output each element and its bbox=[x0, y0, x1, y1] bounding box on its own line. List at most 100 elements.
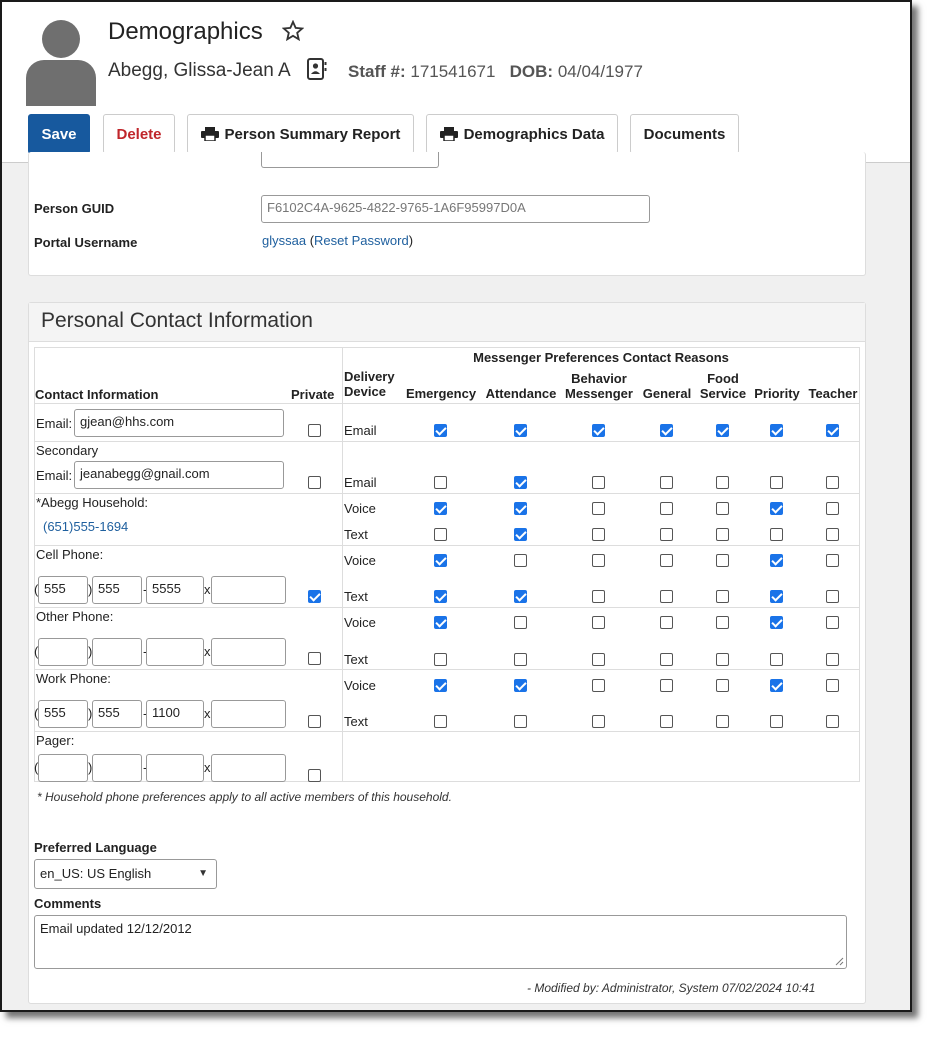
reason-checkbox-behavior-messenger[interactable] bbox=[592, 502, 605, 515]
other-area-code-input[interactable] bbox=[38, 638, 88, 666]
reason-checkbox-priority[interactable] bbox=[770, 476, 783, 489]
reason-checkbox-behavior-messenger[interactable] bbox=[592, 616, 605, 629]
reason-checkbox-priority[interactable] bbox=[770, 528, 783, 541]
reason-checkbox-emergency[interactable] bbox=[434, 590, 447, 603]
reason-checkbox-behavior-messenger[interactable] bbox=[592, 424, 605, 437]
reason-checkbox-teacher[interactable] bbox=[826, 653, 839, 666]
reason-checkbox-food-service[interactable] bbox=[716, 653, 729, 666]
reason-checkbox-emergency[interactable] bbox=[434, 653, 447, 666]
secondary-email-input[interactable]: jeanabegg@gnail.com bbox=[74, 461, 284, 489]
star-outline-icon[interactable] bbox=[282, 20, 304, 42]
reason-checkbox-priority[interactable] bbox=[770, 616, 783, 629]
reason-checkbox-teacher[interactable] bbox=[826, 715, 839, 728]
reason-checkbox-priority[interactable] bbox=[770, 653, 783, 666]
reason-checkbox-priority[interactable] bbox=[770, 679, 783, 692]
email-private-checkbox[interactable] bbox=[308, 424, 321, 437]
cell-prefix-input[interactable]: 555 bbox=[92, 576, 142, 604]
pager-line-input[interactable] bbox=[146, 754, 204, 782]
reason-checkbox-food-service[interactable] bbox=[716, 715, 729, 728]
reason-checkbox-general[interactable] bbox=[660, 502, 673, 515]
reason-checkbox-teacher[interactable] bbox=[826, 590, 839, 603]
reason-checkbox-behavior-messenger[interactable] bbox=[592, 590, 605, 603]
reason-checkbox-attendance[interactable] bbox=[514, 528, 527, 541]
reason-checkbox-teacher[interactable] bbox=[826, 424, 839, 437]
comments-textarea[interactable]: Email updated 12/12/2012 bbox=[34, 915, 847, 969]
reason-checkbox-attendance[interactable] bbox=[514, 715, 527, 728]
cell-extension-input[interactable] bbox=[211, 576, 286, 604]
reason-checkbox-food-service[interactable] bbox=[716, 476, 729, 489]
reason-checkbox-emergency[interactable] bbox=[434, 616, 447, 629]
reason-checkbox-behavior-messenger[interactable] bbox=[592, 715, 605, 728]
other-line-input[interactable] bbox=[146, 638, 204, 666]
cell-line-input[interactable]: 5555 bbox=[146, 576, 204, 604]
reason-checkbox-attendance[interactable] bbox=[514, 679, 527, 692]
reason-checkbox-behavior-messenger[interactable] bbox=[592, 554, 605, 567]
pager-extension-input[interactable] bbox=[211, 754, 286, 782]
documents-button[interactable]: Documents bbox=[630, 114, 739, 154]
reason-checkbox-food-service[interactable] bbox=[716, 502, 729, 515]
other-extension-input[interactable] bbox=[211, 638, 286, 666]
demographics-data-button[interactable]: Demographics Data bbox=[426, 114, 618, 154]
reason-checkbox-priority[interactable] bbox=[770, 554, 783, 567]
reason-checkbox-attendance[interactable] bbox=[514, 590, 527, 603]
reason-checkbox-food-service[interactable] bbox=[716, 424, 729, 437]
cell-private-checkbox[interactable] bbox=[308, 590, 321, 603]
guid-field[interactable]: F6102C4A-9625-4822-9765-1A6F95997D0A bbox=[261, 195, 650, 223]
reason-checkbox-emergency[interactable] bbox=[434, 554, 447, 567]
reason-checkbox-food-service[interactable] bbox=[716, 616, 729, 629]
reason-checkbox-food-service[interactable] bbox=[716, 528, 729, 541]
reason-checkbox-general[interactable] bbox=[660, 616, 673, 629]
cell-area-code-input[interactable]: 555 bbox=[38, 576, 88, 604]
reason-checkbox-teacher[interactable] bbox=[826, 502, 839, 515]
reason-checkbox-emergency[interactable] bbox=[434, 528, 447, 541]
reason-checkbox-behavior-messenger[interactable] bbox=[592, 476, 605, 489]
pager-private-checkbox[interactable] bbox=[308, 769, 321, 782]
reason-checkbox-teacher[interactable] bbox=[826, 679, 839, 692]
work-extension-input[interactable] bbox=[211, 700, 286, 728]
reason-checkbox-attendance[interactable] bbox=[514, 616, 527, 629]
delete-button[interactable]: Delete bbox=[103, 114, 175, 154]
reason-checkbox-priority[interactable] bbox=[770, 715, 783, 728]
contact-card-icon[interactable] bbox=[307, 58, 327, 80]
work-prefix-input[interactable]: 555 bbox=[92, 700, 142, 728]
reason-checkbox-attendance[interactable] bbox=[514, 554, 527, 567]
save-button[interactable]: Save bbox=[28, 114, 90, 154]
work-line-input[interactable]: 1100 bbox=[146, 700, 204, 728]
reason-checkbox-general[interactable] bbox=[660, 528, 673, 541]
work-private-checkbox[interactable] bbox=[308, 715, 321, 728]
reason-checkbox-behavior-messenger[interactable] bbox=[592, 679, 605, 692]
reason-checkbox-general[interactable] bbox=[660, 554, 673, 567]
resize-handle-icon[interactable] bbox=[834, 956, 844, 966]
person-summary-report-button[interactable]: Person Summary Report bbox=[187, 114, 414, 154]
other-private-checkbox[interactable] bbox=[308, 652, 321, 665]
cutoff-field[interactable] bbox=[261, 152, 439, 168]
work-area-code-input[interactable]: 555 bbox=[38, 700, 88, 728]
pager-area-code-input[interactable] bbox=[38, 754, 88, 782]
reason-checkbox-emergency[interactable] bbox=[434, 679, 447, 692]
reason-checkbox-teacher[interactable] bbox=[826, 616, 839, 629]
reason-checkbox-teacher[interactable] bbox=[826, 476, 839, 489]
reason-checkbox-attendance[interactable] bbox=[514, 653, 527, 666]
reason-checkbox-general[interactable] bbox=[660, 715, 673, 728]
reason-checkbox-food-service[interactable] bbox=[716, 554, 729, 567]
email-input[interactable]: gjean@hhs.com bbox=[74, 409, 284, 437]
reason-checkbox-behavior-messenger[interactable] bbox=[592, 528, 605, 541]
reason-checkbox-attendance[interactable] bbox=[514, 424, 527, 437]
reason-checkbox-attendance[interactable] bbox=[514, 476, 527, 489]
reason-checkbox-priority[interactable] bbox=[770, 590, 783, 603]
reason-checkbox-food-service[interactable] bbox=[716, 590, 729, 603]
reason-checkbox-general[interactable] bbox=[660, 424, 673, 437]
reason-checkbox-teacher[interactable] bbox=[826, 554, 839, 567]
secondary-private-checkbox[interactable] bbox=[308, 476, 321, 489]
household-phone[interactable]: (651)555-1694 bbox=[43, 519, 128, 534]
other-prefix-input[interactable] bbox=[92, 638, 142, 666]
reason-checkbox-general[interactable] bbox=[660, 679, 673, 692]
reason-checkbox-general[interactable] bbox=[660, 653, 673, 666]
reason-checkbox-emergency[interactable] bbox=[434, 502, 447, 515]
reason-checkbox-teacher[interactable] bbox=[826, 528, 839, 541]
reason-checkbox-priority[interactable] bbox=[770, 502, 783, 515]
reason-checkbox-general[interactable] bbox=[660, 590, 673, 603]
pager-prefix-input[interactable] bbox=[92, 754, 142, 782]
reason-checkbox-food-service[interactable] bbox=[716, 679, 729, 692]
portal-username-link[interactable]: glyssaa bbox=[262, 233, 306, 248]
